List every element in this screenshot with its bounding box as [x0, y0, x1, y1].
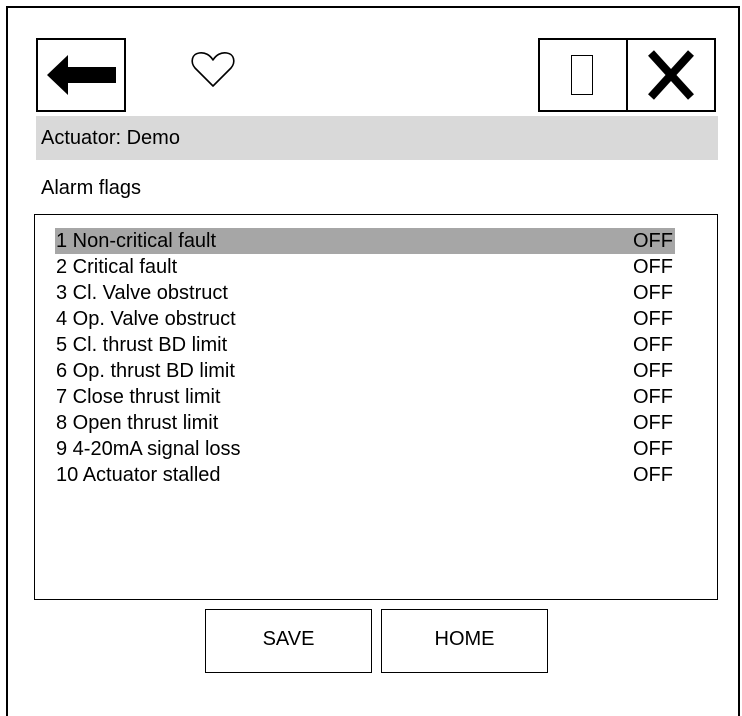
heart-icon: [191, 52, 235, 87]
list-item-status: OFF: [633, 438, 673, 460]
alarm-flags-list[interactable]: 1 Non-critical fault OFF 2 Critical faul…: [34, 214, 718, 600]
list-item-label: 8 Open thrust limit: [56, 412, 219, 434]
list-item-non-critical-fault[interactable]: 1 Non-critical fault OFF: [55, 228, 675, 254]
favorite-button[interactable]: [190, 50, 236, 90]
list-item-cl-valve-obstruct[interactable]: 3 Cl. Valve obstruct OFF: [55, 280, 675, 306]
list-item-cl-thrust-bd-limit[interactable]: 5 Cl. thrust BD limit OFF: [55, 332, 675, 358]
list-item-status: OFF: [633, 308, 673, 330]
list-item-signal-loss[interactable]: 9 4-20mA signal loss OFF: [55, 436, 675, 462]
list-item-critical-fault[interactable]: 2 Critical fault OFF: [55, 254, 675, 280]
page-title: Alarm flags: [41, 177, 142, 199]
list-item-label: 9 4-20mA signal loss: [56, 438, 241, 460]
window-square-icon: [571, 55, 593, 95]
list-item-status: OFF: [633, 464, 673, 486]
home-button[interactable]: HOME: [381, 609, 548, 673]
list-item-label: 4 Op. Valve obstruct: [56, 308, 236, 330]
close-button[interactable]: [626, 38, 716, 112]
list-item-open-thrust-limit[interactable]: 8 Open thrust limit OFF: [55, 410, 675, 436]
list-item-label: 6 Op. thrust BD limit: [56, 360, 235, 382]
list-item-actuator-stalled[interactable]: 10 Actuator stalled OFF: [55, 462, 675, 488]
list-item-op-thrust-bd-limit[interactable]: 6 Op. thrust BD limit OFF: [55, 358, 675, 384]
list-item-op-valve-obstruct[interactable]: 4 Op. Valve obstruct OFF: [55, 306, 675, 332]
list-item-label: 7 Close thrust limit: [56, 386, 221, 408]
list-item-status: OFF: [633, 334, 673, 356]
close-x-icon: [648, 50, 694, 100]
list-item-status: OFF: [633, 386, 673, 408]
list-item-label: 3 Cl. Valve obstruct: [56, 282, 228, 304]
list-item-status: OFF: [633, 412, 673, 434]
list-item-label: 5 Cl. thrust BD limit: [56, 334, 228, 356]
list-item-close-thrust-limit[interactable]: 7 Close thrust limit OFF: [55, 384, 675, 410]
actuator-name-bar: Actuator: Demo: [36, 116, 718, 160]
list-item-label: 10 Actuator stalled: [56, 464, 221, 486]
list-item-status: OFF: [633, 230, 673, 252]
list-item-label: 1 Non-critical fault: [56, 230, 217, 252]
list-item-status: OFF: [633, 282, 673, 304]
list-item-status: OFF: [633, 360, 673, 382]
list-item-status: OFF: [633, 256, 673, 278]
window-button[interactable]: [538, 38, 628, 112]
back-arrow-icon: [47, 55, 116, 95]
list-item-label: 2 Critical fault: [56, 256, 178, 278]
back-button[interactable]: [36, 38, 126, 112]
save-button[interactable]: SAVE: [205, 609, 372, 673]
